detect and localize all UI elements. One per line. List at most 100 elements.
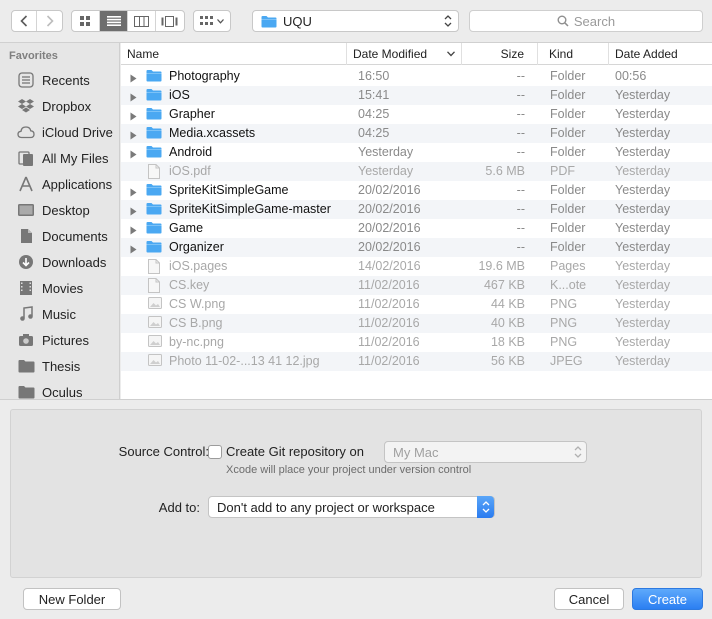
file-name: CS B.png — [169, 316, 223, 330]
file-name: Game — [169, 221, 204, 235]
column-header-date-modified[interactable]: Date Modified — [347, 43, 462, 65]
file-row[interactable]: Organizer 20/02/2016 -- Folder Yesterday — [121, 238, 712, 257]
file-kind: Folder — [550, 202, 586, 216]
forward-button[interactable] — [37, 11, 62, 31]
sidebar-item-icloud-drive[interactable]: iCloud Drive — [0, 119, 119, 145]
file-row[interactable]: iOS 15:41 -- Folder Yesterday — [121, 86, 712, 105]
column-view-button[interactable] — [128, 11, 156, 31]
sidebar-item-downloads[interactable]: Downloads — [0, 249, 119, 275]
file-kind: PNG — [550, 335, 578, 349]
file-size: -- — [516, 202, 525, 216]
updown-chevron-icon — [477, 496, 494, 518]
column-header-date-added[interactable]: Date Added — [609, 43, 712, 65]
sidebar-item-label: Desktop — [42, 202, 90, 218]
create-git-label[interactable]: Create Git repository on — [226, 444, 364, 459]
search-field[interactable]: Search — [469, 10, 703, 32]
file-size: -- — [516, 126, 525, 140]
column-header-name[interactable]: Name — [121, 43, 347, 65]
source-control-label: Source Control: — [118, 444, 209, 459]
sidebar-item-applications[interactable]: Applications — [0, 171, 119, 197]
add-to-popup[interactable]: Don't add to any project or workspace — [208, 496, 495, 518]
file-added: Yesterday — [615, 316, 671, 330]
sidebar-item-label: Thesis — [42, 358, 81, 374]
folder-icon — [146, 69, 162, 85]
git-location-popup[interactable]: My Mac — [384, 441, 587, 463]
cover-flow-button[interactable] — [156, 11, 184, 31]
file-row[interactable]: SpriteKitSimpleGame-master 20/02/2016 -- Fo… — [121, 200, 712, 219]
sidebar-item-movies[interactable]: Movies — [0, 275, 119, 301]
sidebar-item-label: Downloads — [42, 254, 107, 270]
file-row[interactable]: Android Yesterday -- Folder Yesterday — [121, 143, 712, 162]
file-added: Yesterday — [615, 354, 671, 368]
icon-view-button[interactable] — [72, 11, 100, 31]
sidebar-item-music[interactable]: Music — [0, 301, 119, 327]
file-name: Photography — [169, 69, 240, 83]
file-kind: K...ote — [550, 278, 587, 292]
file-size: -- — [516, 183, 525, 197]
back-button[interactable] — [12, 11, 37, 31]
create-git-checkbox[interactable] — [208, 445, 222, 459]
add-to-label: Add to: — [158, 500, 200, 515]
sidebar-item-dropbox[interactable]: Dropbox — [0, 93, 119, 119]
disclosure-triangle-icon[interactable] — [130, 129, 137, 143]
image-file-icon — [148, 316, 162, 331]
file-row[interactable]: Media.xcassets 04:25 -- Folder Yesterday — [121, 124, 712, 143]
file-kind: PNG — [550, 316, 578, 330]
folder-icon — [146, 107, 162, 123]
disclosure-triangle-icon[interactable] — [130, 72, 137, 86]
path-popup[interactable]: UQU — [252, 10, 459, 32]
column-header-size[interactable]: Size — [462, 43, 538, 65]
file-row: iOS.pages 14/02/2016 19.6 MB Pages Yesterday — [121, 257, 712, 276]
file-size: -- — [516, 240, 525, 254]
file-kind: Folder — [550, 221, 586, 235]
sidebar-item-all-my-files[interactable]: All My Files — [0, 145, 119, 171]
file-size: 18 KB — [490, 335, 525, 349]
disclosure-triangle-icon[interactable] — [130, 224, 137, 238]
sidebar-item-desktop[interactable]: Desktop — [0, 197, 119, 223]
sidebar-item-documents[interactable]: Documents — [0, 223, 119, 249]
file-row: CS.key 11/02/2016 467 KB K...ote Yesterday — [121, 276, 712, 295]
disclosure-triangle-icon[interactable] — [130, 110, 137, 124]
file-modified: Yesterday — [358, 145, 414, 159]
git-note: Xcode will place your project under vers… — [226, 464, 472, 476]
file-modified: 04:25 — [358, 107, 390, 121]
disclosure-triangle-icon[interactable] — [130, 186, 137, 200]
folder-icon — [146, 221, 162, 237]
music-icon — [17, 305, 35, 323]
sidebar-item-thesis[interactable]: Thesis — [0, 353, 119, 379]
disclosure-triangle-icon[interactable] — [130, 205, 137, 219]
list-view-button[interactable] — [100, 11, 128, 31]
disclosure-triangle-icon[interactable] — [130, 243, 137, 257]
file-kind: Folder — [550, 107, 586, 121]
file-kind: PNG — [550, 297, 578, 311]
column-header-kind[interactable]: Kind — [538, 43, 609, 65]
file-modified: 20/02/2016 — [358, 240, 421, 254]
columns-icon — [134, 15, 149, 27]
file-size: -- — [516, 69, 525, 83]
file-name: Android — [169, 145, 213, 159]
desktop-icon — [17, 201, 35, 219]
image-file-icon — [148, 297, 162, 312]
disclosure-triangle-icon[interactable] — [130, 91, 137, 105]
files-icon — [17, 149, 35, 167]
new-folder-button[interactable]: New Folder — [23, 588, 121, 610]
file-modified: 11/02/2016 — [358, 316, 420, 330]
file-row[interactable]: Game 20/02/2016 -- Folder Yesterday — [121, 219, 712, 238]
file-row[interactable]: Photography 16:50 -- Folder 00:56 — [121, 67, 712, 86]
create-button[interactable]: Create — [632, 588, 703, 610]
file-row[interactable]: SpriteKitSimpleGame 20/02/2016 -- Folder Yes… — [121, 181, 712, 200]
file-row[interactable]: Grapher 04:25 -- Folder Yesterday — [121, 105, 712, 124]
image-file-icon — [148, 354, 162, 369]
sidebar-item-oculus[interactable]: Oculus — [0, 379, 119, 399]
arrange-button[interactable] — [193, 10, 231, 32]
sidebar-item-recents[interactable]: Recents — [0, 67, 119, 93]
sidebar-item-label: iCloud Drive — [42, 124, 113, 140]
file-added: 00:56 — [615, 69, 647, 83]
cancel-button[interactable]: Cancel — [554, 588, 624, 610]
file-size: 40 KB — [490, 316, 525, 330]
sidebar-item-label: All My Files — [42, 150, 109, 166]
file-size: -- — [516, 221, 525, 235]
sidebar-item-pictures[interactable]: Pictures — [0, 327, 119, 353]
disclosure-triangle-icon[interactable] — [130, 148, 137, 162]
sidebar: Favorites Recents Dropbox iCloud Drive All … — [0, 43, 120, 399]
